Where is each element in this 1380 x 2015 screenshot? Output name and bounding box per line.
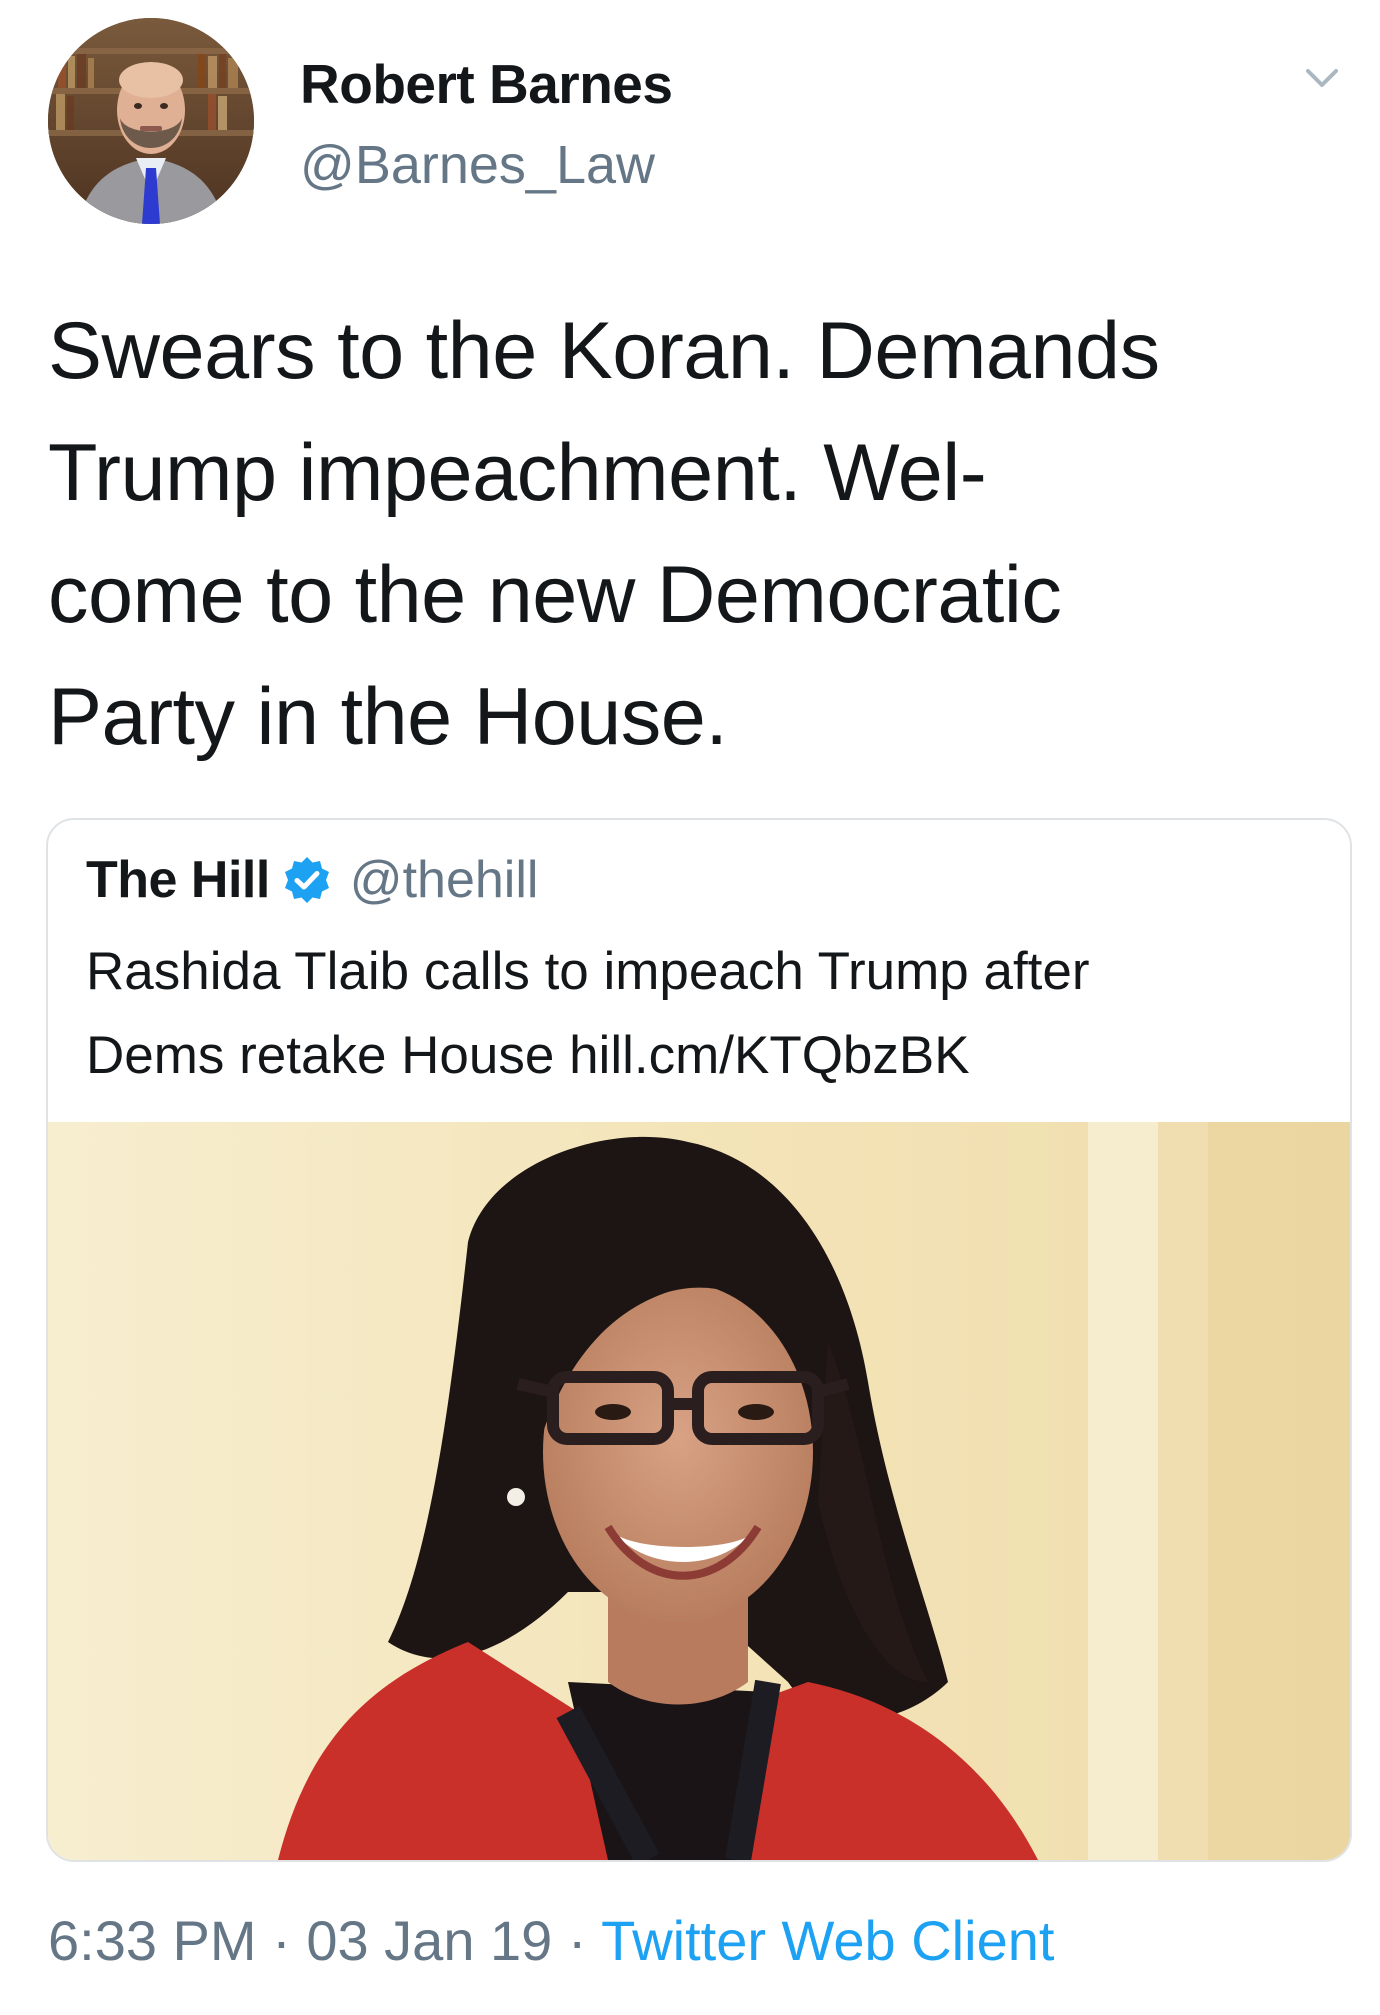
tweet-client-link[interactable]: Twitter Web Client bbox=[601, 1909, 1054, 1972]
tweet-text: Swears to the Koran. Demands Trump impea… bbox=[48, 290, 1348, 778]
chevron-down-icon[interactable] bbox=[1302, 58, 1342, 98]
quoted-text-line: Dems retake House hill.cm/KTQbzBK bbox=[86, 1026, 970, 1085]
quoted-tweet-header: The Hill @thehill bbox=[86, 850, 538, 910]
verified-badge-icon bbox=[282, 855, 332, 905]
meta-separator: · bbox=[552, 1909, 602, 1972]
tweet-time[interactable]: 6:33 PM bbox=[48, 1909, 257, 1972]
quoted-tweet-card[interactable]: The Hill @thehill Rashida Tlaib calls to… bbox=[46, 818, 1352, 1862]
tweet-metadata: 6:33 PM · 03 Jan 19 · Twitter Web Client bbox=[48, 1908, 1054, 1973]
avatar-image bbox=[48, 18, 254, 224]
tweet-text-line: Party in the House. bbox=[48, 672, 728, 762]
quoted-tweet-text: Rashida Tlaib calls to impeach Trump aft… bbox=[86, 930, 1326, 1098]
quoted-author-name: The Hill bbox=[86, 851, 270, 909]
quoted-tweet-photo[interactable] bbox=[48, 1122, 1350, 1860]
quoted-text-line: Rashida Tlaib calls to impeach Trump aft… bbox=[86, 942, 1090, 1001]
tweet-text-line: come to the new Democratic bbox=[48, 550, 1062, 640]
author-display-name[interactable]: Robert Barnes bbox=[300, 52, 673, 116]
tweet-text-line: Trump impeachment. Wel- bbox=[48, 428, 987, 518]
author-handle[interactable]: @Barnes_Law bbox=[300, 134, 655, 196]
meta-separator: · bbox=[256, 1909, 307, 1972]
quoted-author-handle: @thehill bbox=[349, 851, 539, 909]
tweet-date[interactable]: 03 Jan 19 bbox=[306, 1909, 552, 1972]
tweet-text-line: Swears to the Koran. Demands bbox=[48, 306, 1160, 396]
author-avatar[interactable] bbox=[48, 18, 254, 224]
